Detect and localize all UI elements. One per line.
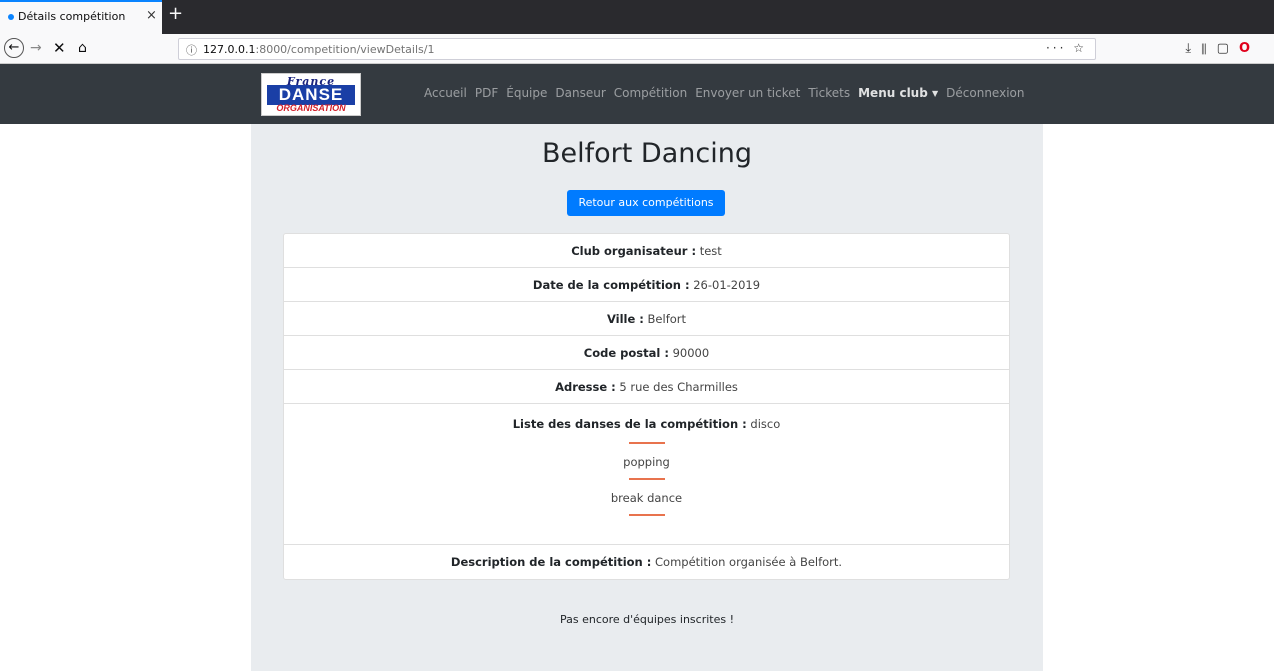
menu-item-equipe[interactable]: Équipe [506, 86, 547, 100]
tab-title: Détails compétition [18, 10, 126, 23]
detail-address: Adresse : 5 rue des Charmilles [284, 370, 1009, 404]
opera-icon[interactable]: O [1239, 41, 1260, 56]
detail-value: 26-01-2019 [693, 278, 761, 292]
menu-item-danseur[interactable]: Danseur [555, 86, 605, 100]
menu-item-envoyer-ticket[interactable]: Envoyer un ticket [695, 86, 800, 100]
detail-date: Date de la compétition : 26-01-2019 [284, 268, 1009, 302]
detail-dances: Liste des danses de la compétition : dis… [284, 404, 1009, 545]
main-content: Belfort Dancing Retour aux compétitions … [251, 124, 1043, 671]
detail-value: 90000 [672, 346, 710, 360]
dance-separator [628, 442, 665, 444]
detail-label: Date de la compétition : [532, 278, 690, 292]
menu-item-competition[interactable]: Compétition [614, 86, 687, 100]
new-tab-button[interactable]: + [168, 4, 183, 24]
back-to-competitions-button[interactable]: Retour aux compétitions [567, 190, 725, 216]
tab-close-icon[interactable]: × [146, 9, 157, 23]
detail-postal-code: Code postal : 90000 [284, 336, 1009, 370]
dance-item: disco [750, 417, 781, 431]
main-menu: Accueil PDF Équipe Danseur Compétition E… [424, 86, 1032, 100]
menu-item-accueil[interactable]: Accueil [424, 86, 467, 100]
detail-label: Adresse : [555, 380, 616, 394]
menu-item-deconnexion[interactable]: Déconnexion [946, 86, 1024, 100]
page-actions-icon[interactable]: ··· ☆ [1046, 41, 1087, 55]
dance-separator [628, 478, 665, 480]
detail-label: Code postal : [583, 346, 669, 360]
browser-toolbar-icons: ⤓⫴▢O [1185, 41, 1260, 56]
menu-club-dropdown[interactable]: Menu club ▼ [858, 86, 938, 100]
detail-label: Club organisateur : [571, 244, 697, 258]
forward-icon[interactable]: → [30, 40, 42, 56]
detail-label: Ville : [606, 312, 644, 326]
caret-down-icon: ▼ [932, 89, 939, 98]
dance-item: break dance [610, 491, 683, 505]
dance-separator [628, 514, 665, 516]
detail-value: Compétition organisée à Belfort. [655, 555, 843, 569]
home-icon[interactable]: ⌂ [78, 40, 87, 56]
detail-club: Club organisateur : test [284, 234, 1009, 268]
detail-label: Liste des danses de la compétition : [512, 417, 747, 431]
download-icon[interactable]: ⤓ [1185, 41, 1201, 56]
detail-value: test [699, 244, 722, 258]
detail-value: 5 rue des Charmilles [619, 380, 738, 394]
competition-details-list: Club organisateur : test Date de la comp… [283, 233, 1010, 580]
page-title: Belfort Dancing [542, 138, 752, 169]
menu-item-pdf[interactable]: PDF [475, 86, 498, 100]
logo-bottom-text: ORGANISATION [276, 103, 346, 113]
detail-value: Belfort [647, 312, 687, 326]
browser-tab-bar: Détails compétition × + [0, 0, 1274, 34]
sidebar-icon[interactable]: ▢ [1217, 41, 1239, 56]
stop-icon[interactable]: ✕ [53, 40, 66, 56]
detail-city: Ville : Belfort [284, 302, 1009, 336]
url-bar[interactable]: ⓘ 127.0.0.1:8000/competition/viewDetails… [178, 38, 1096, 60]
library-icon[interactable]: ⫴ [1201, 41, 1216, 56]
browser-tab[interactable]: Détails compétition × [0, 0, 162, 34]
site-navbar: France DANSE ORGANISATION Accueil PDF Éq… [0, 64, 1274, 124]
tab-loading-icon [8, 14, 14, 20]
url-text[interactable]: 127.0.0.1:8000/competition/viewDetails/1 [203, 43, 434, 56]
no-teams-message: Pas encore d'équipes inscrites ! [559, 613, 735, 626]
menu-item-tickets[interactable]: Tickets [808, 86, 850, 100]
dance-item: popping [623, 455, 670, 469]
back-icon[interactable]: ← [4, 38, 24, 58]
detail-description: Description de la compétition : Compétit… [284, 545, 1009, 579]
browser-toolbar: ← → ✕ ⌂ ⓘ 127.0.0.1:8000/competition/vie… [0, 34, 1274, 64]
site-logo[interactable]: France DANSE ORGANISATION [261, 73, 361, 116]
detail-label: Description de la compétition : [450, 555, 652, 569]
logo-mid-text: DANSE [267, 85, 355, 105]
site-info-icon[interactable]: ⓘ [186, 42, 197, 58]
